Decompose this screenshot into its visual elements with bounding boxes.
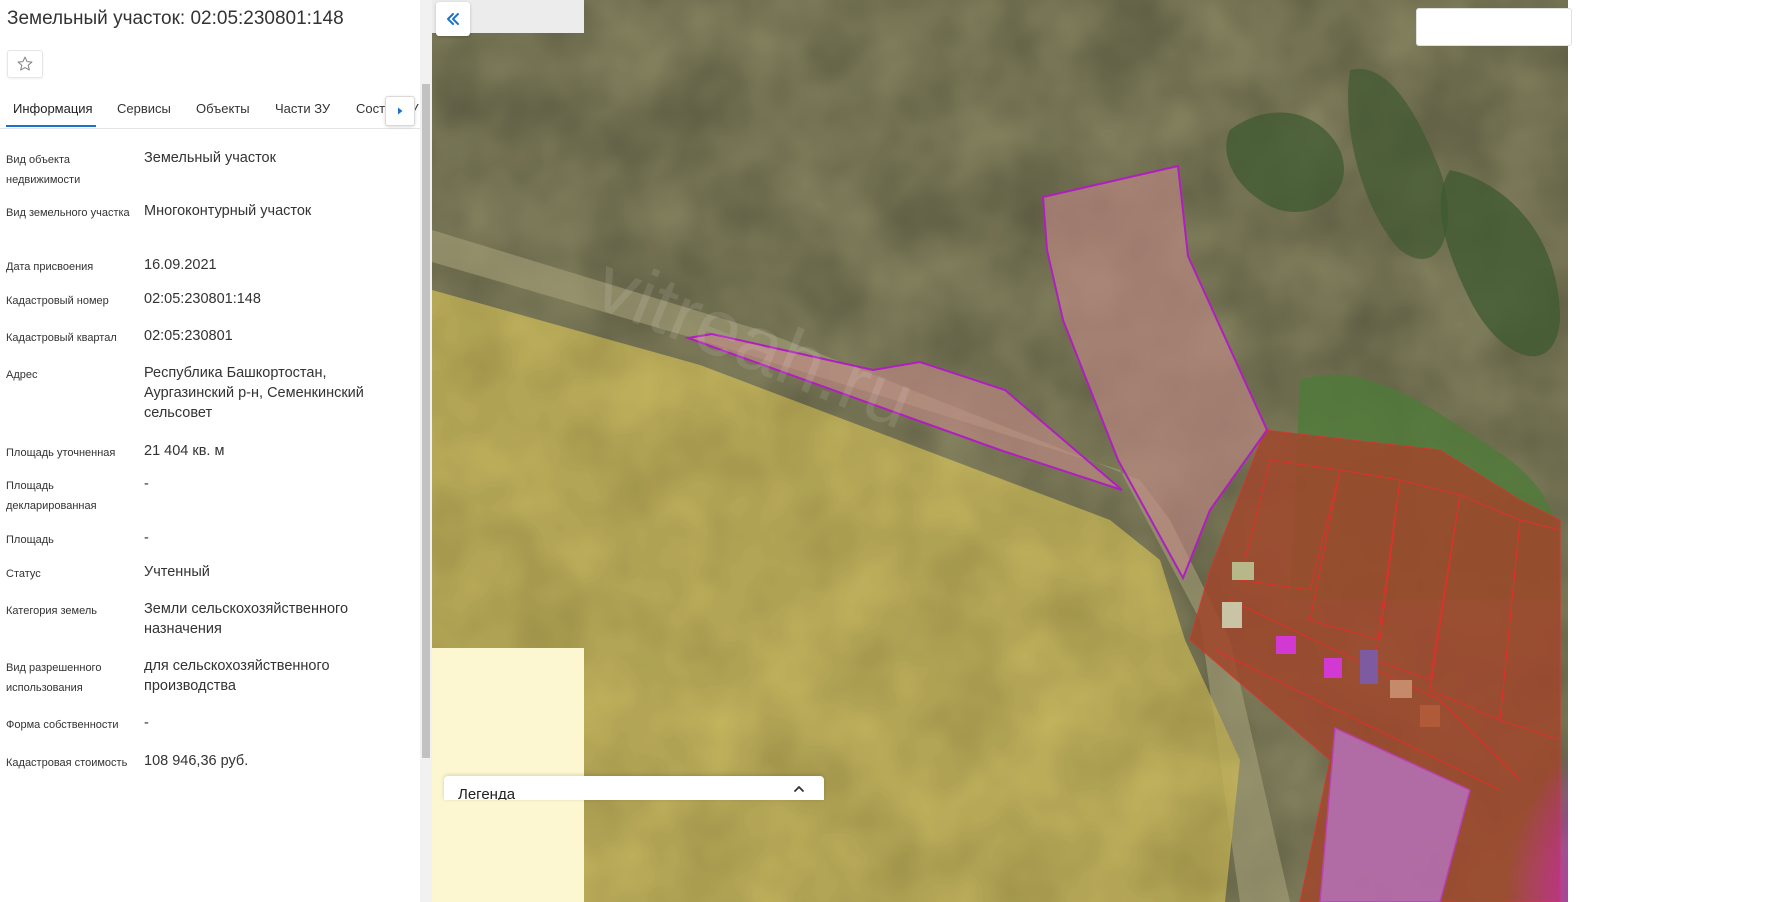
legend-panel[interactable]: Легенда	[444, 776, 824, 800]
tab-information[interactable]: Информация	[13, 101, 93, 116]
field-label: Адрес	[6, 369, 38, 381]
field-value: Земельный участок	[144, 150, 276, 166]
field-label: Форма собственности	[6, 719, 119, 731]
active-tab-indicator	[6, 125, 96, 127]
field-value: 02:05:230801	[144, 328, 233, 344]
field-value: Многоконтурный участок	[144, 203, 312, 219]
field-value: Учтенный	[144, 564, 210, 580]
page-title: Земельный участок: 02:05:230801:148	[7, 8, 344, 29]
double-chevron-left-icon	[447, 13, 459, 25]
collapse-panel-button[interactable]	[436, 2, 470, 36]
field-label: Вид объекта недвижимости	[6, 154, 81, 186]
field-label: Кадастровая стоимость	[6, 757, 128, 769]
field-label: Вид разрешенного использования	[6, 662, 102, 694]
panel-scrollbar-thumb[interactable]	[422, 84, 430, 758]
tab-parcel-parts[interactable]: Части ЗУ	[275, 101, 330, 116]
field-label: Площадь уточненная	[6, 447, 116, 459]
field-value: -	[144, 476, 149, 492]
chevron-up-icon[interactable]	[792, 782, 806, 796]
caret-right-icon	[398, 107, 403, 115]
tab-services[interactable]: Сервисы	[117, 101, 171, 116]
map-edge-strip	[1568, 0, 1779, 902]
map-pale-block	[432, 648, 584, 902]
field-value: 16.09.2021	[144, 257, 217, 273]
field-label: Дата присвоения	[6, 261, 94, 273]
field-value: 21 404 кв. м	[144, 443, 225, 459]
favorite-button[interactable]	[7, 50, 43, 78]
field-label: Кадастровый квартал	[6, 332, 117, 344]
field-value: -	[144, 530, 149, 546]
tabs-scroll-right-button[interactable]	[385, 96, 415, 126]
field-label: Категория земель	[6, 605, 97, 617]
field-label: Вид земельного участка	[6, 207, 130, 219]
field-value: для сельскохозяйственного производства	[144, 658, 330, 694]
field-label: Площадь	[6, 534, 54, 546]
field-value: 108 946,36 руб.	[144, 753, 249, 769]
map-view[interactable]: vitreah.ru	[432, 0, 1779, 902]
legend-title: Легенда	[458, 786, 516, 800]
field-value: 02:05:230801:148	[144, 291, 261, 307]
info-panel: Земельный участок: 02:05:230801:148 Инфо…	[0, 0, 420, 902]
field-value: Земли сельскохозяйственного назначения	[144, 601, 349, 637]
tab-objects[interactable]: Объекты	[196, 101, 250, 116]
field-value: -	[144, 715, 149, 731]
field-label: Статус	[6, 568, 41, 580]
map-search-box[interactable]	[1416, 8, 1572, 46]
field-label: Площадь декларированная	[6, 480, 97, 512]
star-icon	[17, 56, 33, 71]
field-value: Республика Башкортостан, Аургазинский р-…	[144, 365, 364, 421]
field-label: Кадастровый номер	[6, 295, 109, 307]
map-canvas[interactable]: vitreah.ru	[432, 0, 1779, 902]
